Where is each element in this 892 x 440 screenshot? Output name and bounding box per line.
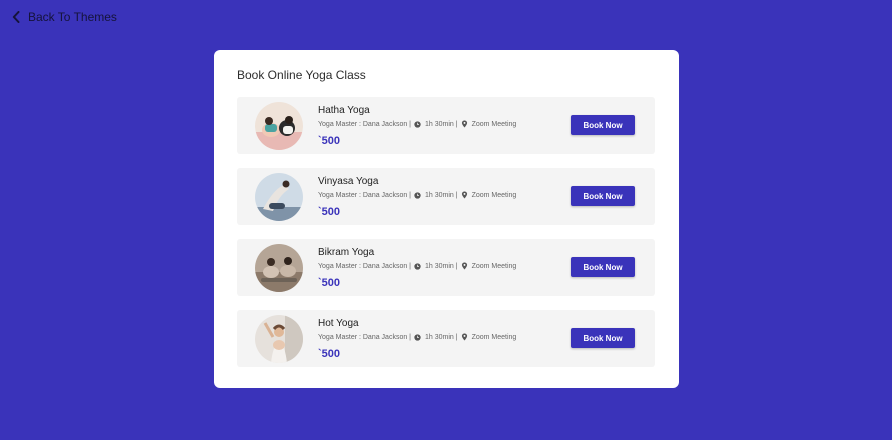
class-duration: 1h 30min | (425, 191, 458, 199)
book-now-button[interactable]: Book Now (571, 115, 635, 135)
clock-icon (414, 333, 421, 341)
class-list: Hatha Yoga Yoga Master : Dana Jackson | … (237, 97, 655, 367)
class-price: `500 (318, 347, 341, 360)
class-duration: 1h 30min | (425, 120, 458, 128)
class-duration: 1h 30min | (425, 333, 458, 341)
class-thumbnail (255, 172, 303, 221)
class-thumbnail (255, 243, 303, 292)
class-meta: Yoga Master : Dana Jackson | 1h 30min | … (318, 333, 516, 342)
class-item-bikram-yoga: Bikram Yoga Yoga Master : Dana Jackson |… (237, 239, 655, 296)
class-thumbnail (255, 314, 303, 363)
yoga-master: Yoga Master : Dana Jackson | (318, 333, 411, 341)
class-meta: Yoga Master : Dana Jackson | 1h 30min | … (318, 120, 516, 129)
class-name: Vinyasa Yoga (318, 175, 379, 187)
back-to-themes-link[interactable]: Back To Themes (12, 8, 117, 26)
class-price: `500 (318, 276, 341, 289)
location-pin-icon (461, 262, 468, 270)
yoga-master: Yoga Master : Dana Jackson | (318, 120, 411, 128)
back-to-themes-label: Back To Themes (28, 10, 117, 24)
page-title: Book Online Yoga Class (237, 68, 366, 82)
clock-icon (414, 120, 421, 128)
clock-icon (414, 262, 421, 270)
class-name: Hot Yoga (318, 317, 359, 329)
yoga-master: Yoga Master : Dana Jackson | (318, 191, 411, 199)
class-duration: 1h 30min | (425, 262, 458, 270)
book-now-button[interactable]: Book Now (571, 257, 635, 277)
class-location: Zoom Meeting (471, 262, 517, 270)
class-location: Zoom Meeting (471, 333, 517, 341)
class-item-vinyasa-yoga: Vinyasa Yoga Yoga Master : Dana Jackson … (237, 168, 655, 225)
location-pin-icon (461, 120, 468, 128)
location-pin-icon (461, 333, 468, 341)
class-meta: Yoga Master : Dana Jackson | 1h 30min | … (318, 262, 516, 271)
class-location: Zoom Meeting (471, 120, 517, 128)
class-item-hatha-yoga: Hatha Yoga Yoga Master : Dana Jackson | … (237, 97, 655, 154)
class-name: Bikram Yoga (318, 246, 375, 258)
booking-card: Book Online Yoga Class Hatha Yoga Yoga M… (214, 50, 679, 388)
class-name: Hatha Yoga (318, 104, 370, 116)
class-meta: Yoga Master : Dana Jackson | 1h 30min | … (318, 191, 516, 200)
class-location: Zoom Meeting (471, 191, 517, 199)
class-price: `500 (318, 205, 341, 218)
book-now-button[interactable]: Book Now (571, 186, 635, 206)
class-thumbnail (255, 101, 303, 150)
class-item-hot-yoga: Hot Yoga Yoga Master : Dana Jackson | 1h… (237, 310, 655, 367)
book-now-button[interactable]: Book Now (571, 328, 635, 348)
yoga-master: Yoga Master : Dana Jackson | (318, 262, 411, 270)
chevron-left-icon (12, 11, 20, 23)
class-price: `500 (318, 134, 341, 147)
clock-icon (414, 191, 421, 199)
location-pin-icon (461, 191, 468, 199)
